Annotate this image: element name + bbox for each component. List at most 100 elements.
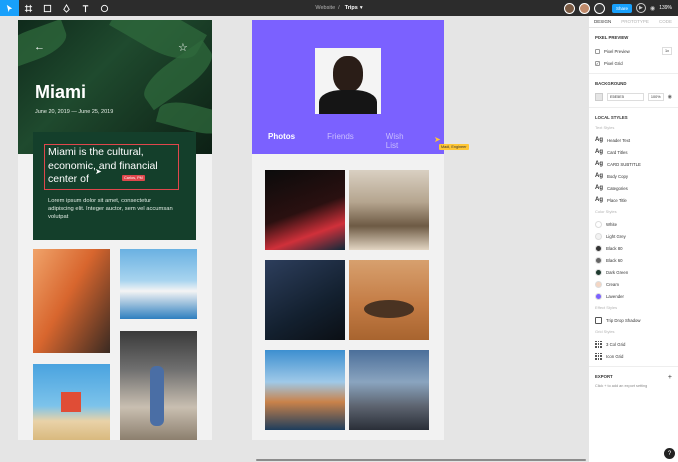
pixel-preview-row: Pixel Preview 1x <box>595 45 672 57</box>
text-style-label: Place Title <box>607 197 627 203</box>
lifeguard-photo[interactable] <box>33 364 110 440</box>
pixel-preview-select[interactable]: 1x <box>661 47 672 55</box>
canvas[interactable]: ← ☆ Miami June 20, 2019 — June 25, 2019 … <box>0 16 588 462</box>
stadium-photo[interactable] <box>120 249 197 319</box>
street-photo[interactable] <box>120 331 197 440</box>
pixel-grid-label: Pixel Grid <box>604 60 623 66</box>
color-style-item[interactable]: Lavender <box>595 290 672 302</box>
share-button[interactable]: Share <box>611 3 632 13</box>
tab-design[interactable]: DESIGN <box>589 19 616 24</box>
avatar[interactable] <box>593 2 605 14</box>
text-style-item[interactable]: Ag Body Copy <box>595 170 672 182</box>
portrait-head <box>333 56 363 92</box>
tab-prototype[interactable]: PROTOTYPE <box>616 19 654 24</box>
color-style-item[interactable]: Cream <box>595 278 672 290</box>
horizontal-scrollbar[interactable] <box>256 459 586 461</box>
frame-tool[interactable] <box>19 0 38 16</box>
color-style-item[interactable]: Light Grey <box>595 230 672 242</box>
card-body: Lorem ipsum dolor sit amet, consectetur … <box>48 198 173 220</box>
section-title: LOCAL STYLES <box>595 115 628 120</box>
color-style-label: White <box>606 221 617 227</box>
grid-style-label: 3 Col Grid <box>606 341 626 347</box>
rectangle-icon <box>43 4 52 12</box>
text-tool[interactable] <box>76 0 95 16</box>
cliff-night-photo[interactable] <box>265 260 345 340</box>
trip-dates: June 20, 2019 — June 25, 2019 <box>35 109 114 115</box>
present-icon[interactable]: ▶ <box>635 3 646 13</box>
color-style-item[interactable]: Black 80 <box>595 242 672 254</box>
miami-frame[interactable]: ← ☆ Miami June 20, 2019 — June 25, 2019 … <box>18 20 212 440</box>
lifeguard-tower <box>61 392 81 412</box>
grid-style-item[interactable]: 3 Col Grid <box>595 338 672 350</box>
background-swatch[interactable] <box>595 93 603 101</box>
back-arrow-icon[interactable]: ← <box>34 41 45 53</box>
grid-styles-list: 3 Col Grid Icon Grid <box>595 338 672 362</box>
pixel-grid-checkbox[interactable]: ✓ <box>595 60 600 66</box>
profile-frame[interactable]: Photos Friends Wish List <box>252 20 444 440</box>
avatar[interactable] <box>578 2 590 14</box>
star-icon[interactable]: ☆ <box>178 41 188 54</box>
pixel-preview-checkbox[interactable] <box>595 48 600 54</box>
text-style-item[interactable]: Ag Place Title <box>595 194 672 206</box>
tab-wish-list[interactable]: Wish List <box>386 132 412 150</box>
tab-photos[interactable]: Photos <box>268 132 295 150</box>
text-style-item[interactable]: Ag Header Text <box>595 134 672 146</box>
bridge-photo[interactable] <box>265 350 345 430</box>
background-opacity-input[interactable]: 100% <box>647 93 664 101</box>
text-style-item[interactable]: Ag CARD SUBTITLE <box>595 158 672 170</box>
tab-friends[interactable]: Friends <box>327 132 354 150</box>
background-row: E5E5E5 100% ◉ <box>595 91 672 103</box>
camels-photo[interactable] <box>349 260 429 340</box>
grid-style-item[interactable]: Icon Grid <box>595 350 672 362</box>
color-swatch <box>595 280 602 288</box>
neon-sign-photo[interactable] <box>265 170 345 250</box>
shape-tool[interactable] <box>38 0 57 16</box>
description-card[interactable]: Miami is the cultural, economic, and fin… <box>33 132 196 240</box>
text-style-item[interactable]: Ag Categories <box>595 182 672 194</box>
eye-icon[interactable]: ◉ <box>668 94 672 100</box>
text-style-label: Card Titles <box>607 149 628 155</box>
effect-style-item[interactable]: Trip Drop Shadow <box>595 314 672 326</box>
comment-tool[interactable] <box>95 0 114 16</box>
profile-photo[interactable] <box>315 48 381 114</box>
pen-tool[interactable] <box>57 0 76 16</box>
color-style-label: Black 60 <box>606 257 623 263</box>
pixel-grid-row: ✓ Pixel Grid <box>595 57 672 69</box>
camel-silhouette <box>364 300 414 318</box>
person-silhouette <box>150 366 164 426</box>
properties-panel: DESIGN PROTOTYPE CODE PIXEL PREVIEW Pixe… <box>588 16 678 462</box>
panel-tabs: DESIGN PROTOTYPE CODE <box>589 16 678 28</box>
color-style-item[interactable]: White <box>595 218 672 230</box>
desert-trees-photo[interactable] <box>349 170 429 250</box>
profile-tabs: Photos Friends Wish List <box>268 132 444 150</box>
tab-code[interactable]: CODE <box>654 19 677 24</box>
color-style-label: Lavender <box>606 293 624 299</box>
color-style-item[interactable]: Dark Green <box>595 266 672 278</box>
color-style-label: Light Grey <box>606 233 626 239</box>
background-hex-input[interactable]: E5E5E5 <box>607 93 644 101</box>
text-style-item[interactable]: Ag Card Titles <box>595 146 672 158</box>
effect-style-label: Trip Drop Shadow <box>606 317 641 323</box>
text-style-icon: Ag <box>595 149 603 155</box>
color-swatch <box>595 256 602 264</box>
help-button[interactable]: ? <box>664 448 675 459</box>
section-title: BACKGROUND <box>595 81 627 86</box>
color-style-label: Cream <box>606 281 619 287</box>
eye-icon[interactable]: ◉ <box>650 5 655 12</box>
avatar[interactable] <box>563 2 575 14</box>
skyline-photo[interactable] <box>349 350 429 430</box>
building-photo[interactable] <box>33 249 110 353</box>
pixel-preview-label: Pixel Preview <box>604 48 630 54</box>
color-style-label: Dark Green <box>606 269 629 275</box>
move-tool[interactable] <box>0 0 19 16</box>
pen-icon <box>63 3 70 13</box>
color-style-item[interactable]: Black 60 <box>595 254 672 266</box>
zoom-level[interactable]: 139% <box>659 5 672 11</box>
effect-styles-title: Effect Styles <box>595 305 618 310</box>
card-heading[interactable]: Miami is the cultural, economic, and fin… <box>48 146 188 187</box>
section-title: EXPORT <box>595 374 613 379</box>
text-style-label: Body Copy <box>607 173 629 179</box>
color-styles-title: Color Styles <box>595 209 617 214</box>
text-style-icon: Ag <box>595 197 603 203</box>
add-export-button[interactable]: + <box>668 374 672 381</box>
